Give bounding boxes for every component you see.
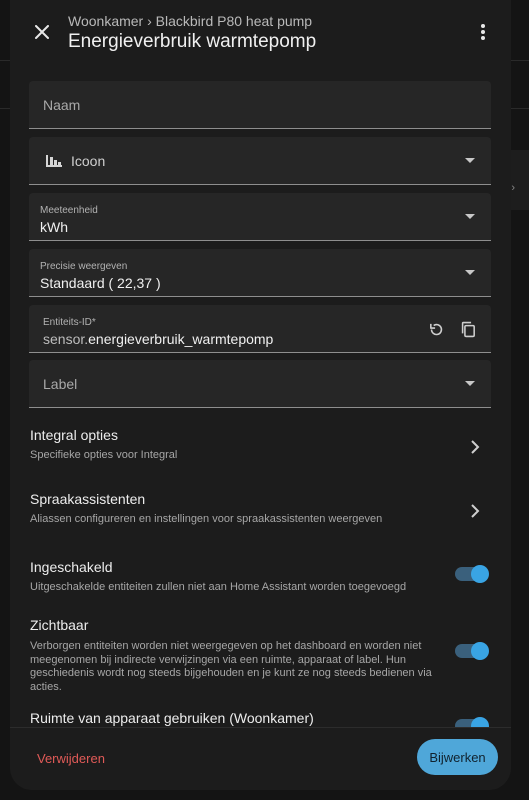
integral-options-row[interactable]: Integral opties Specifieke opties voor I… <box>30 427 490 469</box>
copy-icon <box>461 321 475 337</box>
voice-assistants-row[interactable]: Spraakassistenten Aliassen configureren … <box>30 491 490 533</box>
unit-label: Meeteenheid <box>40 205 98 216</box>
integral-options-subtitle: Specifieke opties voor Integral <box>30 449 178 461</box>
enabled-row: Ingeschakeld Uitgeschakelde entiteiten z… <box>30 559 490 599</box>
restore-entity-id-button[interactable] <box>425 318 447 340</box>
visible-title: Zichtbaar <box>30 617 89 633</box>
enabled-title: Ingeschakeld <box>30 559 113 575</box>
unit-select[interactable]: Meeteenheid kWh <box>29 193 491 241</box>
dialog-header: Woonkamer › Blackbird P80 heat pump Ener… <box>10 0 511 70</box>
restore-icon <box>429 323 442 335</box>
toggle-thumb <box>471 642 489 660</box>
chevron-right-icon <box>471 440 480 454</box>
background-panel <box>509 150 529 210</box>
entity-id-value[interactable]: sensor.energieverbruik_warmtepomp <box>43 331 273 347</box>
entity-settings-dialog: Woonkamer › Blackbird P80 heat pump Ener… <box>10 0 511 790</box>
label-picker[interactable]: Label <box>29 360 491 408</box>
breadcrumb[interactable]: Woonkamer › Blackbird P80 heat pump <box>68 13 312 29</box>
enabled-toggle[interactable] <box>455 565 489 583</box>
dialog-content[interactable]: Naam Icoon Meeteenheid kWh Precisie weer… <box>10 70 511 728</box>
copy-entity-id-button[interactable] <box>457 318 479 340</box>
name-placeholder: Naam <box>43 97 81 113</box>
icon-picker[interactable]: Icoon <box>29 137 491 185</box>
chevron-down-icon <box>465 270 475 275</box>
visible-toggle[interactable] <box>455 642 489 660</box>
unit-value: kWh <box>40 219 68 235</box>
precision-label: Precisie weergeven <box>40 261 128 272</box>
visible-subtitle: Verborgen entiteiten worden niet weergeg… <box>30 640 432 693</box>
use-device-area-row: Ruimte van apparaat gebruiken (Woonkamer… <box>30 710 490 728</box>
more-vertical-icon <box>481 24 485 40</box>
precision-select[interactable]: Precisie weergeven Standaard ( 22,37 ) <box>29 249 491 297</box>
icon-picker-label: Icoon <box>71 153 106 169</box>
voice-assistants-subtitle: Aliassen configureren en instellingen vo… <box>30 513 383 525</box>
enabled-subtitle: Uitgeschakelde entiteiten zullen niet aa… <box>30 581 407 593</box>
voice-assistants-title: Spraakassistenten <box>30 491 146 507</box>
use-device-area-title: Ruimte van apparaat gebruiken (Woonkamer… <box>30 710 314 726</box>
dialog-footer: Verwijderen Bijwerken <box>10 727 511 790</box>
delete-button[interactable]: Verwijderen <box>37 751 105 766</box>
chevron-down-icon <box>465 381 475 386</box>
more-options-button[interactable] <box>471 20 495 44</box>
close-icon <box>35 25 49 39</box>
chevron-right-icon <box>471 504 480 518</box>
integral-options-title: Integral opties <box>30 427 118 443</box>
toggle-thumb <box>471 565 489 583</box>
chevron-down-icon <box>465 214 475 219</box>
background-glyph: › <box>511 182 515 194</box>
label-placeholder: Label <box>43 376 78 392</box>
close-button[interactable] <box>28 18 56 46</box>
dialog-title: Energieverbruik warmtepomp <box>68 31 317 52</box>
chevron-down-icon <box>465 158 475 163</box>
entity-id-label: Entiteits-ID* <box>43 317 96 328</box>
meter-icon <box>44 151 64 171</box>
visible-row: Zichtbaar Verborgen entiteiten worden ni… <box>30 617 490 697</box>
name-field[interactable]: Naam <box>29 81 491 129</box>
precision-value: Standaard ( 22,37 ) <box>40 275 161 291</box>
entity-id-field[interactable]: Entiteits-ID* sensor.energieverbruik_war… <box>29 305 491 353</box>
update-button[interactable]: Bijwerken <box>417 739 498 775</box>
